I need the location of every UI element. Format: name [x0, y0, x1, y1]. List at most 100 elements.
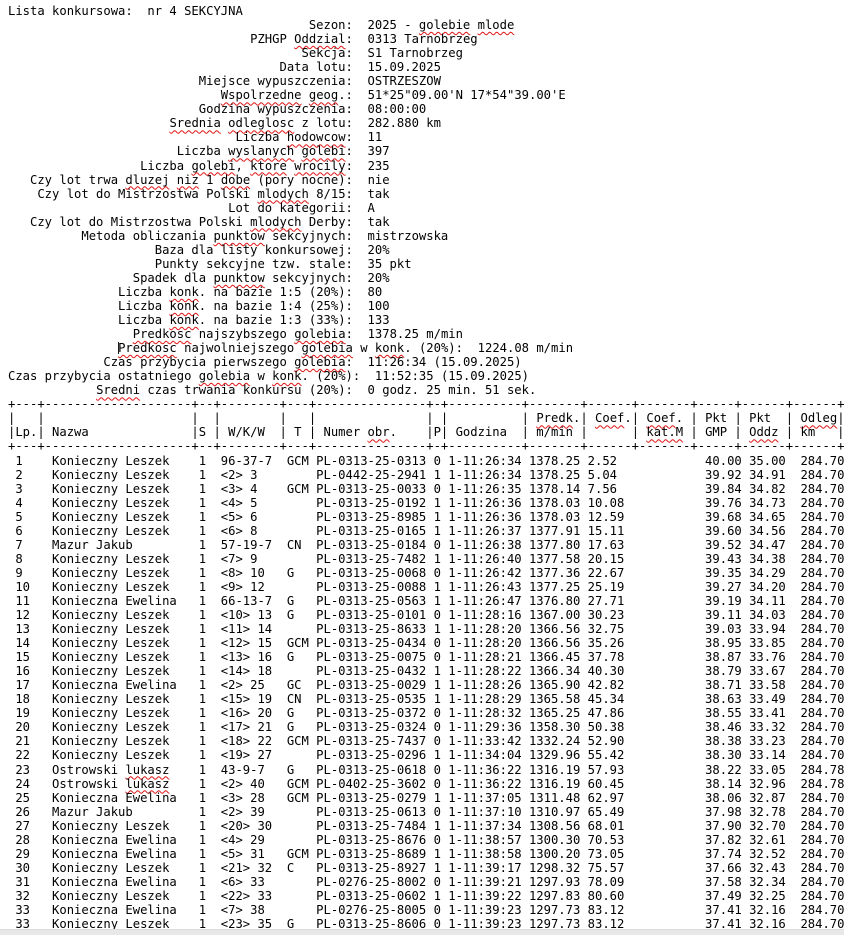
info-line: Liczba konk. na bazie 1:5 (20%): 80	[8, 285, 844, 299]
info-line: Spadek dla punktow sekcyjnych: 20%	[8, 271, 844, 285]
table-row: 24 Ostrowski lukasz 1 <2> 40 GCM PL-0402…	[8, 777, 844, 791]
misspelled-word: Coef	[646, 411, 675, 425]
misspelled-word: punktow	[213, 271, 264, 285]
table-border: +---+--------------------+--+--------+--…	[8, 439, 844, 453]
table-row: 26 Mazur Jakub 1 <2> 39 PL-0313-25-0613 …	[8, 805, 844, 819]
misspelled-word: lukasz	[125, 763, 169, 777]
misspelled-word: mlodych	[250, 215, 301, 229]
misspelled-word: golebi	[191, 159, 235, 173]
table-row: 13 Konieczny Leszek 1 <11> 14 PL-0313-25…	[8, 622, 844, 636]
misspelled-word: Srednia	[169, 116, 220, 130]
info-line: Czy lot do Mistrzostwa Polski mlodych 8/…	[8, 187, 844, 201]
info-line: Liczba konk. na bazie 1:3 (33%): 133	[8, 313, 844, 327]
misspelled-word: konk	[169, 285, 198, 299]
info-line: Wspolrzedne geog.: 51*25"09.00'N 17*54"3…	[8, 88, 844, 102]
misspelled-word: wrocily	[294, 159, 345, 173]
table-row: 31 Konieczna Ewelina 1 <6> 33 PL-0276-25…	[8, 875, 844, 889]
info-line: Sekcja: S1 Tarnobrzeg	[8, 46, 844, 60]
info-line: Srednia odleglosc z lotu: 282.880 km	[8, 116, 844, 130]
race-result-text-area[interactable]: Lista konkursowa: nr 4 SEKCYJNA Sezon: 2…	[8, 4, 844, 931]
table-row: 30 Konieczny Leszek 1 <21> 32 C PL-0313-…	[8, 861, 844, 875]
misspelled-word: geog	[309, 88, 338, 102]
misspelled-word: Odleg	[801, 411, 838, 425]
misspelled-word: dluzej	[125, 173, 169, 187]
table-row: 22 Konieczny Leszek 1 <19> 27 PL-0313-25…	[8, 748, 844, 762]
info-line: Liczba hodowcow: 11	[8, 130, 844, 144]
table-row: 8 Konieczny Leszek 1 <7> 9 PL-0313-25-74…	[8, 552, 844, 566]
info-line: Predkosc najwolniejszego golebia w konk.…	[8, 341, 844, 355]
table-row: 9 Konieczny Leszek 1 <8> 10 G PL-0313-25…	[8, 566, 844, 580]
table-row: 17 Konieczna Ewelina 1 <2> 25 GC PL-0313…	[8, 678, 844, 692]
misspelled-word: dobe	[221, 173, 250, 187]
table-row: 5 Konieczny Leszek 1 <5> 6 PL-0313-25-89…	[8, 510, 844, 524]
table-row: 4 Konieczny Leszek 1 <4> 5 PL-0313-25-01…	[8, 496, 844, 510]
misspelled-word: lukasz	[125, 777, 169, 791]
table-row: 28 Konieczna Ewelina 1 <4> 29 PL-0313-25…	[8, 833, 844, 847]
misspelled-word: konk	[272, 369, 301, 383]
table-row: 11 Konieczna Ewelina 1 66-13-7 G PL-0313…	[8, 594, 844, 608]
misspelled-word: mlodych	[257, 187, 308, 201]
misspelled-word: Predkosc	[118, 341, 177, 355]
misspelled-word: ktore	[250, 159, 287, 173]
info-line: Metoda obliczania punktow sekcyjnych: mi…	[8, 229, 844, 243]
info-line: Sezon: 2025 - golebie mlode	[8, 18, 844, 32]
misspelled-word: golebia	[294, 355, 345, 369]
misspelled-word: odleglosc	[228, 116, 294, 130]
misspelled-word: Coef	[595, 411, 624, 425]
info-line: Punkty sekcyjne tzw. stale: 35 pkt	[8, 257, 844, 271]
table-header-line: |Lp.| Nazwa |S | W/K/W | T | Numer obr. …	[8, 425, 844, 439]
table-row: 15 Konieczny Leszek 1 <13> 16 G PL-0313-…	[8, 650, 844, 664]
info-line: Czas przybycia ostatniego golebia w konk…	[8, 369, 844, 383]
misspelled-word: golebia	[302, 341, 353, 355]
misspelled-word: Predkosc	[133, 327, 192, 341]
table-row: 20 Konieczny Leszek 1 <17> 21 G PL-0313-…	[8, 720, 844, 734]
table-row: 19 Konieczny Leszek 1 <16> 20 G PL-0313-…	[8, 706, 844, 720]
info-line: PZHGP Oddzial: 0313 Tarnobrzeg	[8, 32, 844, 46]
misspelled-word: Oddz	[749, 425, 778, 439]
misspelled-word: golebi	[302, 144, 346, 158]
misspelled-word: konk	[169, 299, 198, 313]
table-row: 10 Konieczny Leszek 1 <9> 12 PL-0313-25-…	[8, 580, 844, 594]
table-row: 29 Konieczna Ewelina 1 <5> 31 GCM PL-031…	[8, 847, 844, 861]
info-line: Liczba wyslanych golebi: 397	[8, 144, 844, 158]
table-row: 27 Konieczny Leszek 1 <20> 30 PL-0313-25…	[8, 819, 844, 833]
misspelled-word: konk	[169, 313, 198, 327]
info-line: Godzina wypuszczenia: 08:00:00	[8, 102, 844, 116]
table-row: 1 Konieczny Leszek 1 96-37-7 GCM PL-0313…	[8, 454, 844, 468]
info-line: Liczba golebi, ktore wrocily: 235	[8, 159, 844, 173]
table-border: +---+--------------------+--+--------+--…	[8, 397, 844, 411]
misspelled-word: niz	[177, 173, 199, 187]
misspelled-word: Oddzial	[294, 32, 345, 46]
info-line: Lot do kategorii: A	[8, 201, 844, 215]
table-row: 23 Ostrowski lukasz 1 43-9-7 G PL-0313-2…	[8, 763, 844, 777]
table-row: 16 Konieczny Leszek 1 <14> 18 PL-0313-25…	[8, 664, 844, 678]
info-line: Czy lot do Mistrzostwa Polski mlodych De…	[8, 215, 844, 229]
misspelled-word: obr	[368, 425, 390, 439]
misspelled-word: konk	[375, 341, 404, 355]
misspelled-word: Predk	[536, 411, 573, 425]
misspelled-word: golebia	[199, 369, 250, 383]
misspelled-word: golebia	[294, 327, 345, 341]
info-line: Sredni czas trwania konkursu (20%): 0 go…	[8, 383, 844, 397]
text-caret	[118, 342, 119, 354]
misspelled-word: wyslanych	[228, 144, 294, 158]
info-line: Data lotu: 15.09.2025	[8, 60, 844, 74]
table-row: 18 Konieczny Leszek 1 <15> 19 CN PL-0313…	[8, 692, 844, 706]
misspelled-word: mlode	[478, 18, 515, 32]
title-line: Lista konkursowa: nr 4 SEKCYJNA	[8, 4, 844, 18]
info-line: Liczba konk. na bazie 1:4 (25%): 100	[8, 299, 844, 313]
viewport-bottom-strip	[0, 929, 844, 935]
info-line: Czy lot trwa dluzej niz 1 dobe (pory noc…	[8, 173, 844, 187]
table-row: 32 Konieczny Leszek 1 <22> 33 PL-0313-25…	[8, 889, 844, 903]
table-row: 33 Konieczna Ewelina 1 <7> 38 PL-0276-25…	[8, 903, 844, 917]
misspelled-word: punktow	[213, 229, 264, 243]
misspelled-word: kat.M	[646, 425, 683, 439]
table-row: 7 Mazur Jakub 1 57-19-7 CN PL-0313-25-01…	[8, 538, 844, 552]
info-line: Predkosc najszybszego golebia: 1378.25 m…	[8, 327, 844, 341]
misspelled-word: golebie	[419, 18, 470, 32]
info-line: Czas przybycia pierwszego golebia: 11:26…	[8, 355, 844, 369]
table-row: 25 Konieczna Ewelina 1 <3> 28 GCM PL-031…	[8, 791, 844, 805]
info-line: Baza dla listy konkursowej: 20%	[8, 243, 844, 257]
table-row: 3 Konieczny Leszek 1 <3> 4 GCM PL-0313-2…	[8, 482, 844, 496]
misspelled-word: Sredni	[96, 383, 140, 397]
